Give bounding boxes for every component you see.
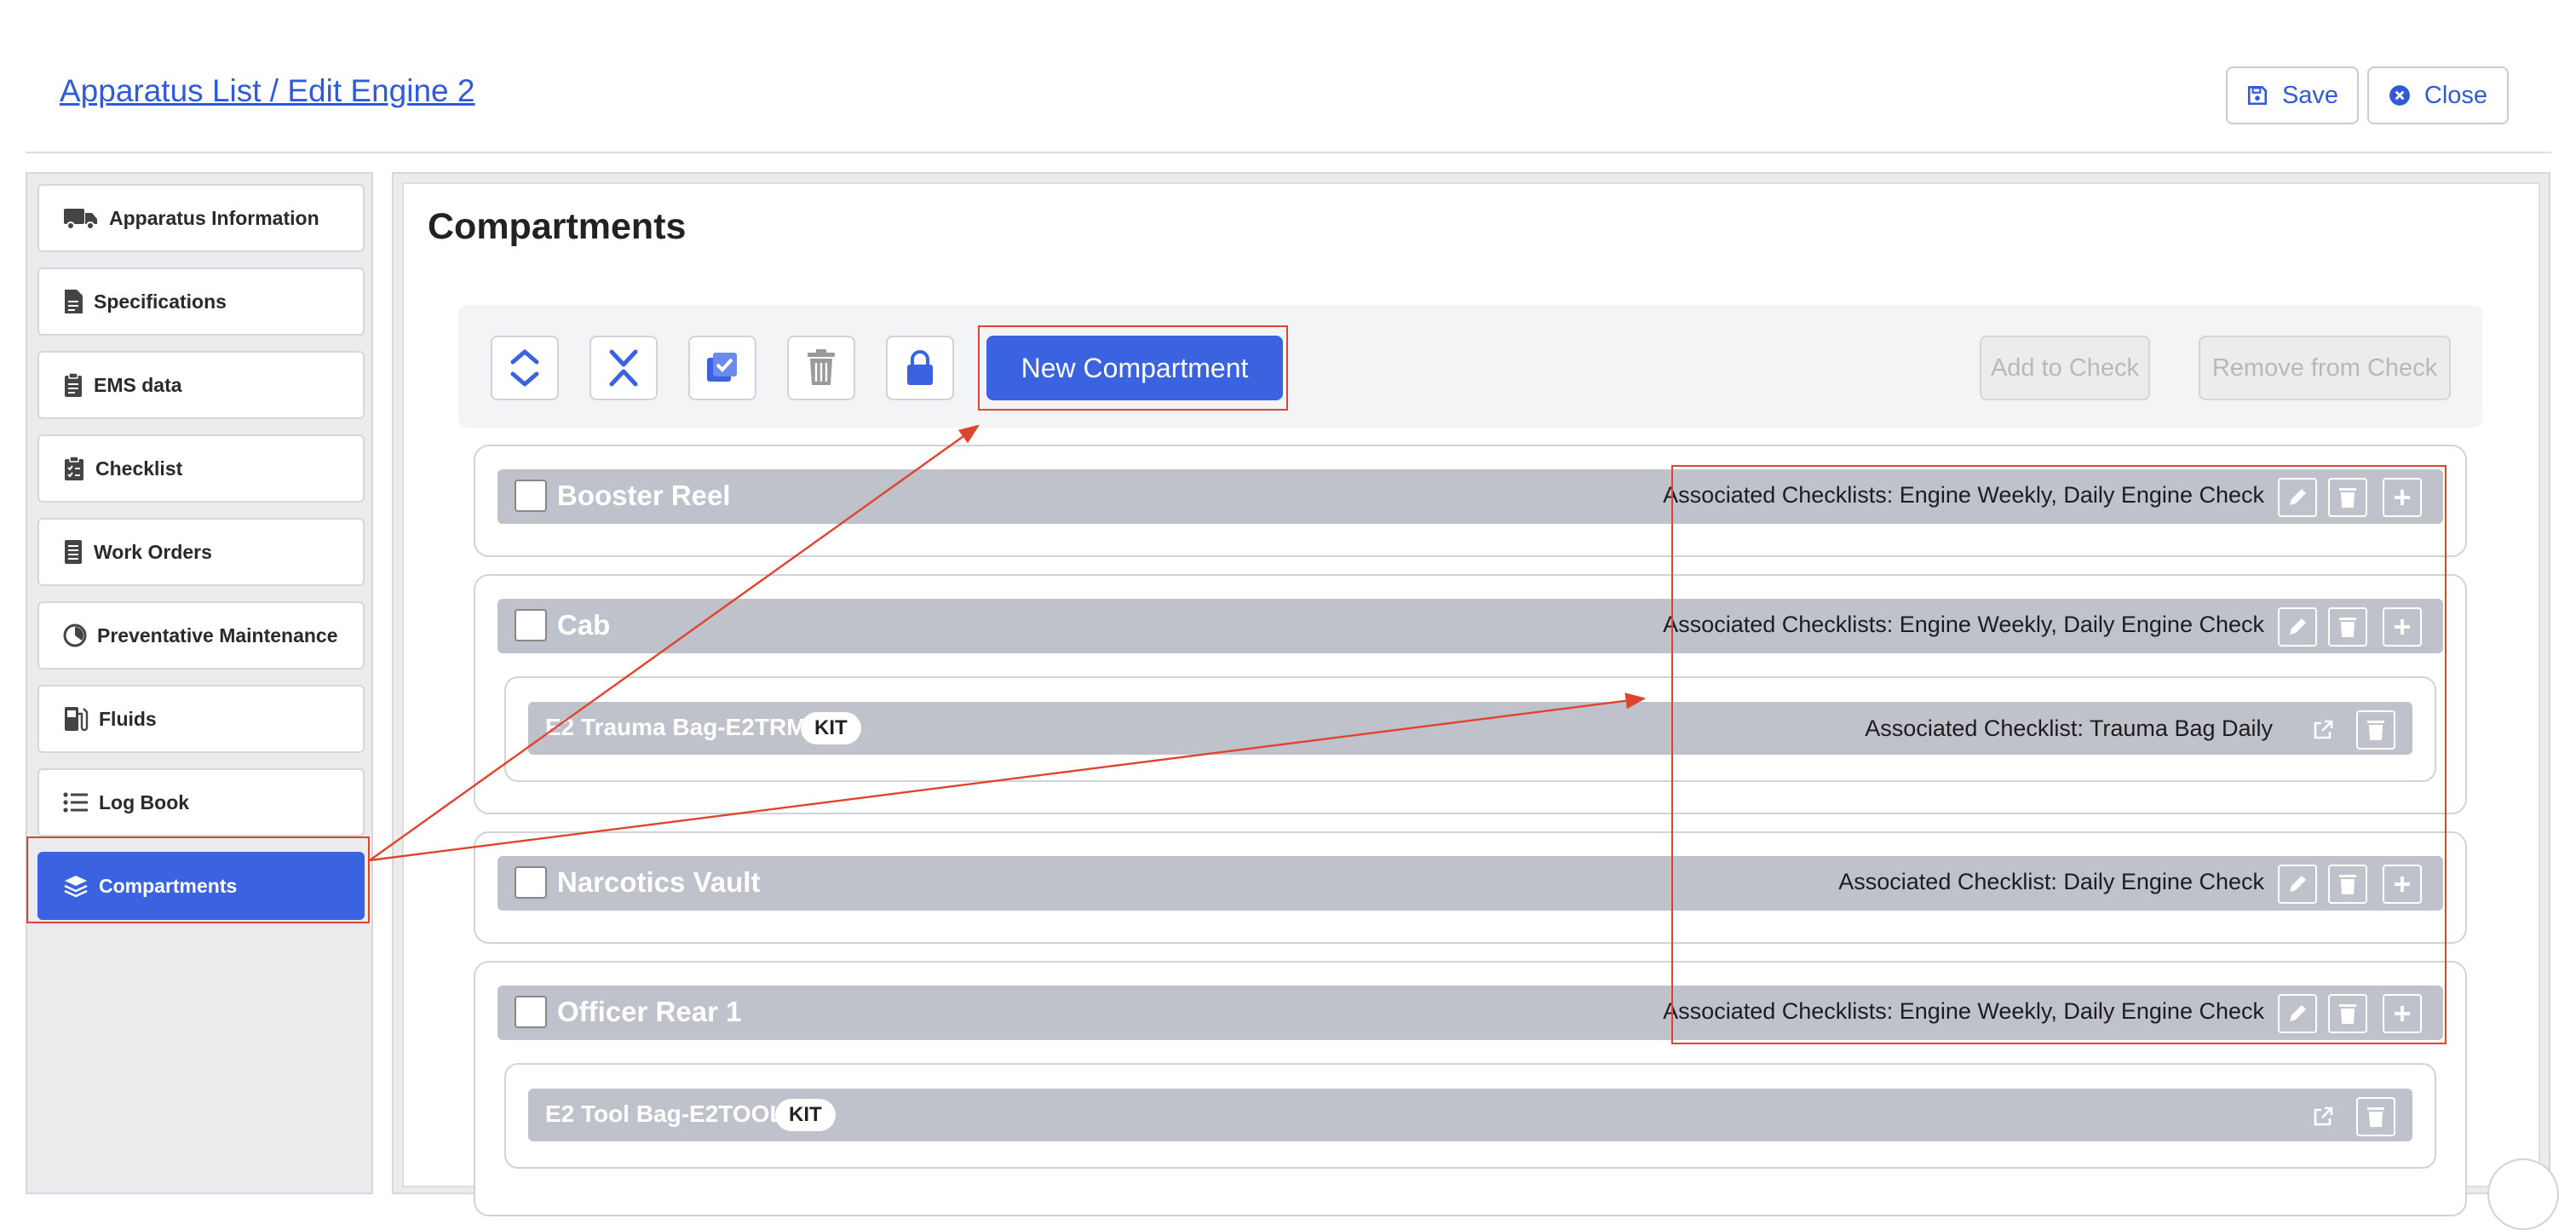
annotation-arrows <box>369 424 1647 862</box>
